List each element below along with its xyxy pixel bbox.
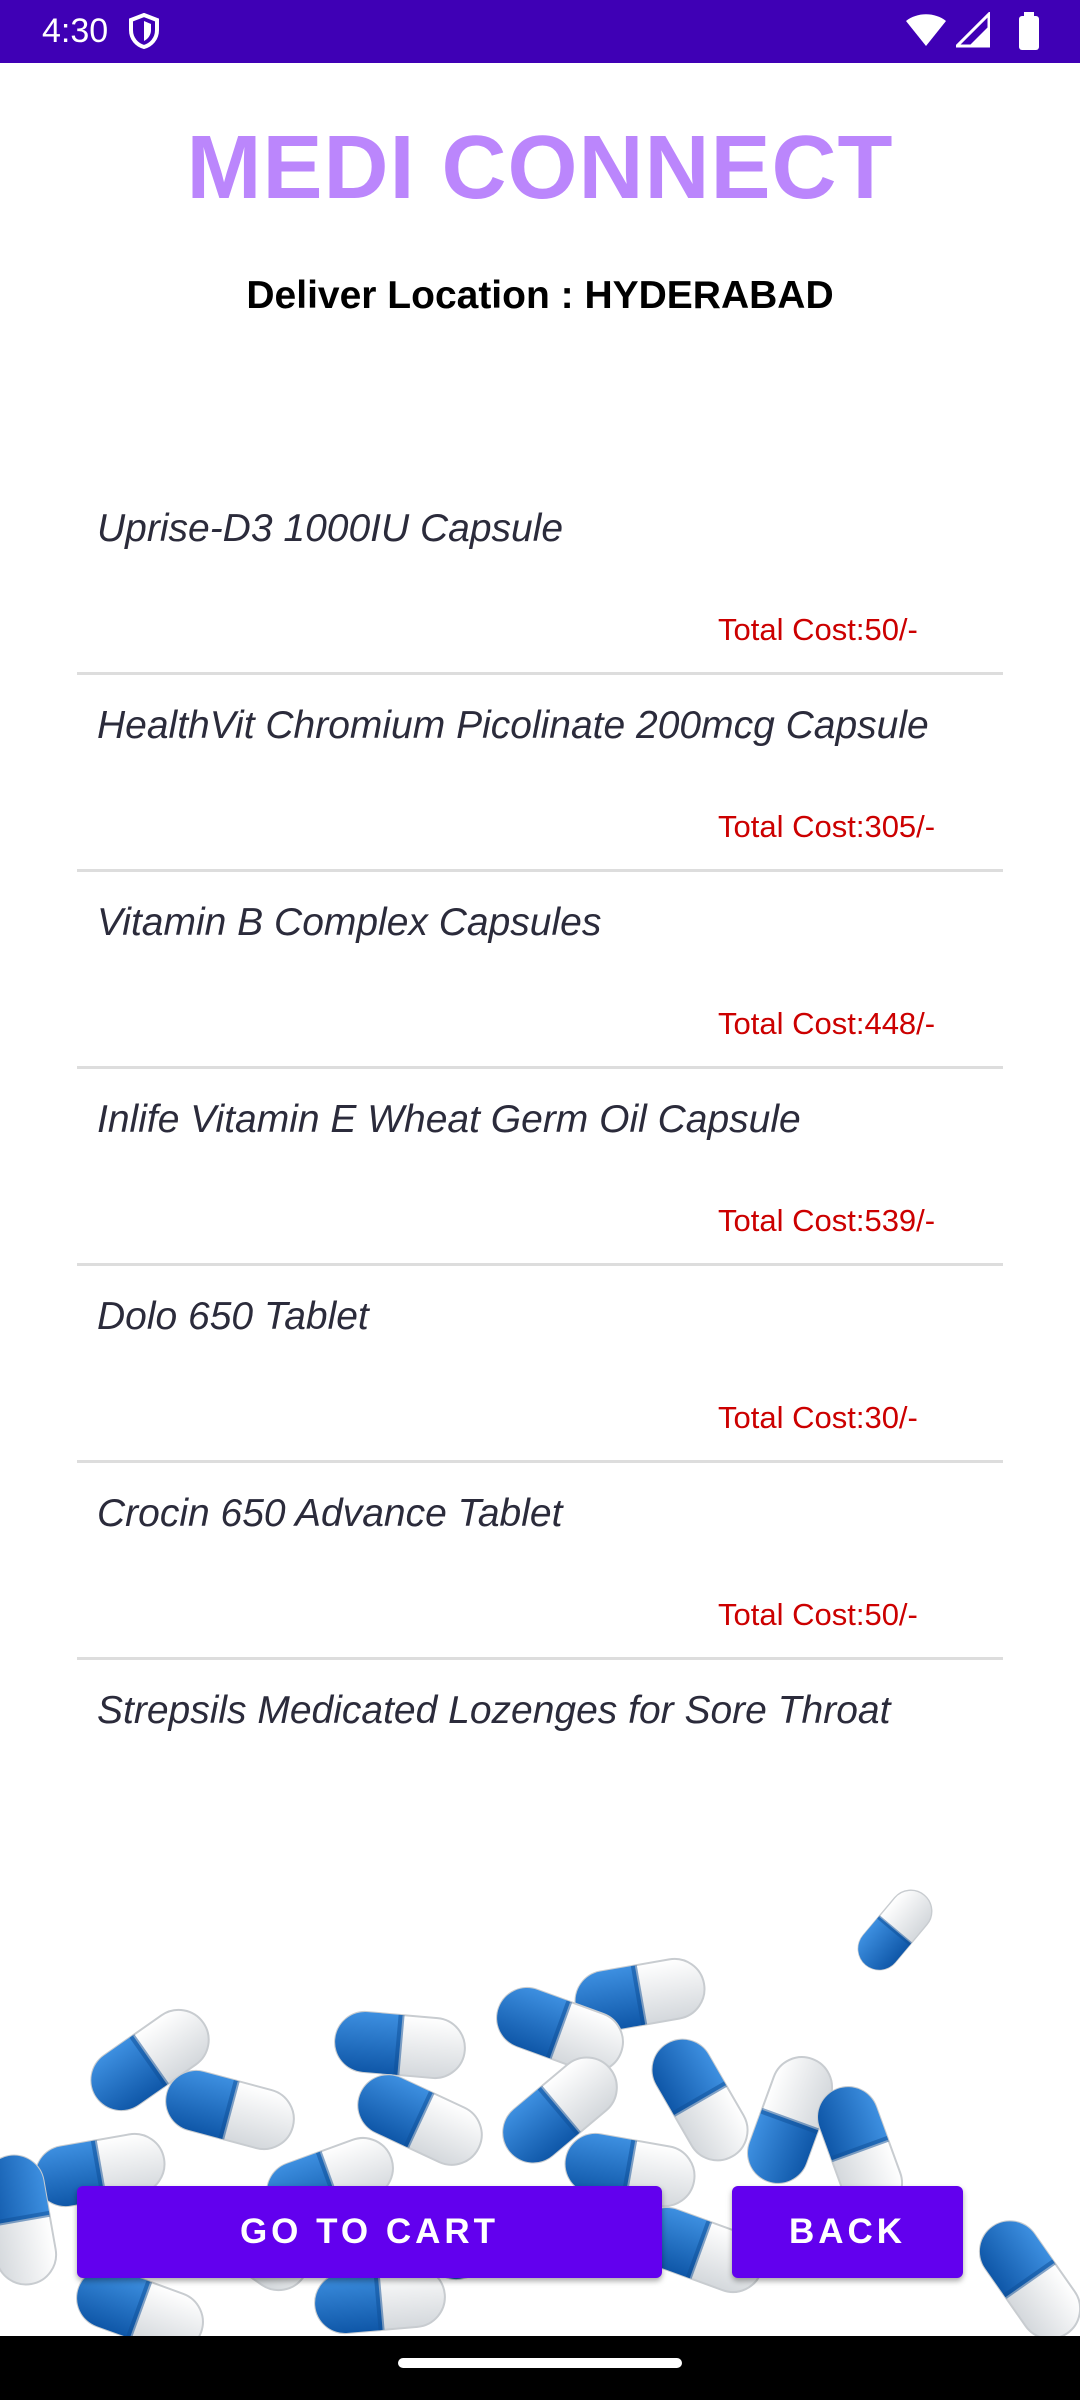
shield-icon	[128, 12, 160, 50]
status-bar: 4:30	[0, 0, 1080, 63]
list-item[interactable]: Strepsils Medicated Lozenges for Sore Th…	[77, 1660, 1003, 1748]
medicine-total-cost: Total Cost:50/-	[718, 1597, 918, 1632]
status-time: 4:30	[42, 12, 109, 50]
app-title: MEDI CONNECT	[186, 118, 894, 218]
list-item[interactable]: Inlife Vitamin E Wheat Germ Oil Capsule …	[77, 1069, 1003, 1266]
cell-signal-icon	[956, 12, 990, 48]
medicine-name: Dolo 650 Tablet	[97, 1295, 369, 1338]
deliver-location: Deliver Location : HYDERABAD	[246, 274, 834, 317]
medicine-name: Strepsils Medicated Lozenges for Sore Th…	[97, 1689, 891, 1732]
medicine-total-cost: Total Cost:448/-	[718, 1006, 936, 1041]
medicine-name: Uprise-D3 1000IU Capsule	[97, 507, 564, 550]
status-icons	[906, 12, 1046, 52]
list-item[interactable]: HealthVit Chromium Picolinate 200mcg Cap…	[77, 675, 1003, 872]
medicine-list[interactable]: Uprise-D3 1000IU Capsule Total Cost:50/-…	[77, 478, 1003, 1748]
go-to-cart-button[interactable]: GO TO CART	[77, 2186, 662, 2278]
medicine-name: HealthVit Chromium Picolinate 200mcg Cap…	[97, 704, 929, 747]
medicine-name: Vitamin B Complex Capsules	[97, 901, 602, 944]
medicine-name: Crocin 650 Advance Tablet	[97, 1492, 563, 1535]
list-item[interactable]: Vitamin B Complex Capsules Total Cost:44…	[77, 872, 1003, 1069]
list-item[interactable]: Dolo 650 Tablet Total Cost:30/-	[77, 1266, 1003, 1463]
wifi-icon	[906, 14, 946, 46]
list-item[interactable]: Uprise-D3 1000IU Capsule Total Cost:50/-	[77, 478, 1003, 675]
medicine-total-cost: Total Cost:539/-	[718, 1203, 936, 1238]
list-item[interactable]: Crocin 650 Advance Tablet Total Cost:50/…	[77, 1463, 1003, 1660]
medicine-name: Inlife Vitamin E Wheat Germ Oil Capsule	[97, 1098, 801, 1141]
navigation-bar	[0, 2336, 1080, 2400]
medicine-total-cost: Total Cost:50/-	[718, 612, 918, 647]
home-gesture-handle[interactable]	[398, 2358, 682, 2368]
battery-icon	[1019, 12, 1039, 50]
back-button[interactable]: BACK	[732, 2186, 963, 2278]
medicine-total-cost: Total Cost:305/-	[718, 809, 936, 844]
medicine-total-cost: Total Cost:30/-	[718, 1400, 918, 1435]
